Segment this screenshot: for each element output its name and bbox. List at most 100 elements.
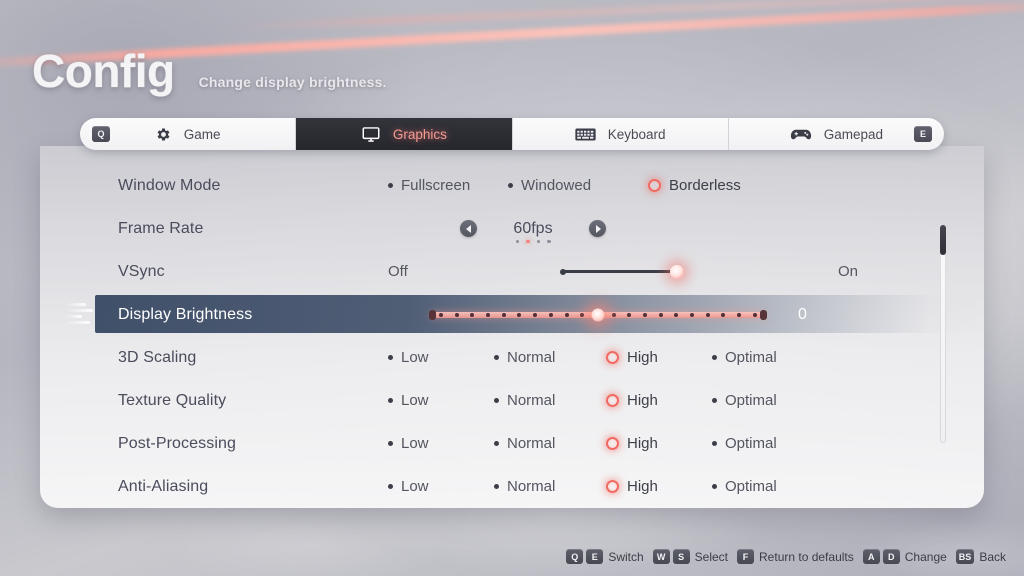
keyboard-icon: [575, 127, 596, 142]
hint-change: A D Change: [862, 549, 947, 564]
radio-dot-icon: [388, 183, 393, 188]
setting-label-window-mode: Window Mode: [118, 176, 221, 194]
radio-dot-icon: [712, 441, 717, 446]
gamepad-icon: [790, 127, 812, 142]
brightness-slider[interactable]: [429, 306, 767, 324]
page-dot: [536, 239, 540, 243]
radio-dot-icon: [712, 398, 717, 403]
brightness-track[interactable]: [429, 308, 767, 321]
tab-keyboard-label: Keyboard: [607, 126, 666, 142]
selection-speed-lines-icon: [66, 301, 94, 327]
option-normal[interactable]: Normal: [494, 392, 606, 409]
setting-row-texture-quality[interactable]: Texture Quality Low Normal High Optimal: [40, 379, 984, 422]
frame-rate-stepper: 60fps: [460, 220, 606, 243]
radio-dot-icon: [494, 355, 499, 360]
setting-row-frame-rate[interactable]: Frame Rate 60fps: [40, 207, 984, 250]
option-label: Optimal: [725, 435, 777, 452]
option-optimal[interactable]: Optimal: [712, 435, 777, 452]
settings-scrollbar[interactable]: [940, 225, 946, 443]
vsync-toggle[interactable]: Off On: [388, 263, 858, 280]
radio-dot-icon: [388, 398, 393, 403]
radio-dot-icon: [712, 484, 717, 489]
key-badge: S: [672, 549, 690, 564]
option-high[interactable]: High: [606, 349, 712, 366]
vsync-knob[interactable]: [670, 264, 685, 279]
option-label: Borderless: [669, 177, 741, 194]
setting-row-anti-aliasing[interactable]: Anti-Aliasing Low Normal High Optimal: [40, 465, 984, 508]
option-borderless[interactable]: Borderless: [648, 177, 741, 194]
option-low[interactable]: Low: [388, 349, 494, 366]
setting-row-post-processing[interactable]: Post-Processing Low Normal High Optimal: [40, 422, 984, 465]
option-label: Low: [401, 478, 429, 495]
gear-icon: [155, 126, 172, 143]
page-dot: [547, 239, 551, 243]
tab-graphics[interactable]: Graphics: [296, 118, 513, 150]
option-normal[interactable]: Normal: [494, 349, 606, 366]
option-label: Optimal: [725, 392, 777, 409]
option-label: Normal: [507, 392, 556, 409]
option-optimal[interactable]: Optimal: [712, 478, 777, 495]
option-high[interactable]: High: [606, 435, 712, 452]
scrollbar-thumb[interactable]: [940, 225, 946, 255]
option-optimal[interactable]: Optimal: [712, 392, 777, 409]
option-low[interactable]: Low: [388, 435, 494, 452]
option-label: Fullscreen: [401, 177, 471, 194]
hint-select-label: Select: [694, 549, 729, 564]
option-low[interactable]: Low: [388, 392, 494, 409]
option-label: Normal: [507, 478, 556, 495]
setting-row-3d-scaling[interactable]: 3D Scaling Low Normal High Optimal: [40, 336, 984, 379]
vsync-track-line: [561, 270, 685, 273]
option-label: Optimal: [725, 349, 777, 366]
option-label: Low: [401, 392, 429, 409]
page-dot-active: [526, 239, 530, 243]
radio-selected-icon: [606, 480, 619, 493]
tab-game-label: Game: [183, 126, 221, 142]
setting-row-window-mode[interactable]: Window Mode Fullscreen Windowed Borderle…: [40, 164, 984, 207]
radio-dot-icon: [388, 355, 393, 360]
tab-gamepad[interactable]: Gamepad E: [728, 118, 944, 150]
vsync-track[interactable]: [514, 264, 732, 279]
page-header: Config Change display brightness.: [32, 44, 387, 98]
tab-graphics-label: Graphics: [392, 126, 447, 142]
option-normal[interactable]: Normal: [494, 478, 606, 495]
stepper-prev-arrow-icon[interactable]: [460, 220, 477, 237]
setting-label-3d-scaling: 3D Scaling: [118, 348, 197, 366]
key-badge: D: [882, 549, 900, 564]
brightness-value: 0: [798, 305, 807, 323]
radio-selected-icon: [648, 179, 661, 192]
setting-row-display-brightness[interactable]: Display Brightness 0: [40, 293, 984, 336]
option-label: High: [627, 349, 658, 366]
stepper-next-arrow-icon[interactable]: [589, 220, 606, 237]
option-optimal[interactable]: Optimal: [712, 349, 777, 366]
tab-keyboard[interactable]: Keyboard: [512, 118, 729, 150]
option-fullscreen[interactable]: Fullscreen: [388, 177, 508, 194]
option-normal[interactable]: Normal: [494, 435, 606, 452]
option-label: Windowed: [521, 177, 592, 194]
option-high[interactable]: High: [606, 478, 712, 495]
option-high[interactable]: High: [606, 392, 712, 409]
setting-row-vsync[interactable]: VSync Off On: [40, 250, 984, 293]
monitor-icon: [361, 126, 381, 143]
tab-game[interactable]: Q Game: [80, 118, 297, 150]
radio-dot-icon: [494, 398, 499, 403]
hint-defaults-keys: F: [737, 549, 755, 564]
brightness-knob[interactable]: [591, 308, 605, 321]
hint-switch: Q E Switch: [566, 549, 644, 564]
radio-dot-icon: [388, 441, 393, 446]
option-windowed[interactable]: Windowed: [508, 177, 648, 194]
option-label: Normal: [507, 435, 556, 452]
anti-aliasing-options: Low Normal High Optimal: [388, 478, 777, 495]
vsync-off-label: Off: [388, 263, 408, 280]
page-subtitle: Change display brightness.: [198, 74, 387, 90]
vsync-track-off-dot: [559, 268, 566, 275]
radio-dot-icon: [508, 183, 513, 188]
option-low[interactable]: Low: [388, 478, 494, 495]
key-badge: A: [862, 549, 880, 564]
setting-label-vsync: VSync: [118, 262, 165, 280]
key-badge: BS: [955, 549, 975, 564]
hint-defaults-label: Return to defaults: [759, 549, 854, 564]
hint-back: BS Back: [955, 549, 1006, 564]
setting-label-texture-quality: Texture Quality: [118, 391, 227, 409]
radio-dot-icon: [494, 441, 499, 446]
hint-switch-keys: Q E: [566, 549, 604, 564]
